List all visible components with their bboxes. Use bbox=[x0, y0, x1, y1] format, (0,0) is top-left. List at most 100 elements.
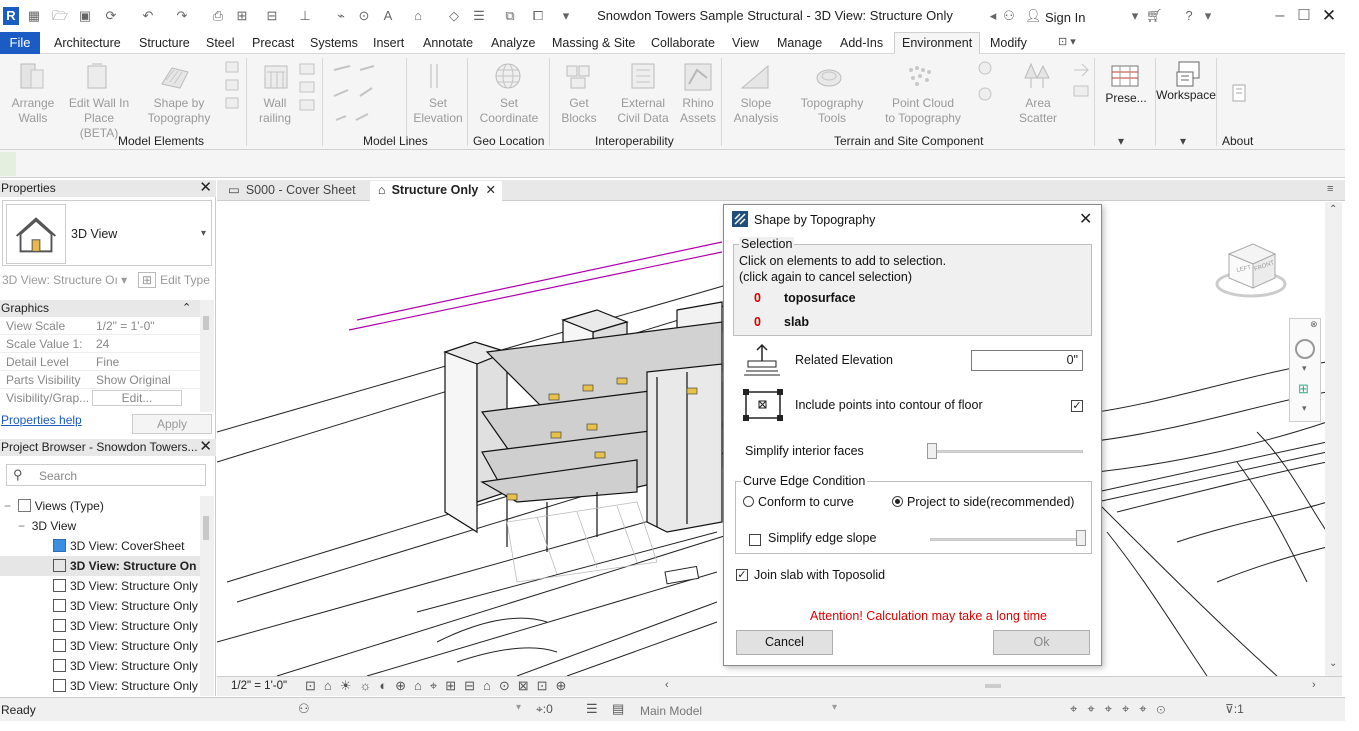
design-options-icon[interactable]: ☰ bbox=[586, 701, 598, 717]
menu-collaborate[interactable]: Collaborate bbox=[651, 36, 715, 50]
tree-item[interactable]: 3D View: Structure Only bbox=[53, 599, 198, 613]
save-icon[interactable]: ▣ bbox=[77, 8, 93, 24]
menu-steel[interactable]: Steel bbox=[206, 36, 235, 50]
tree-item[interactable]: 3D View: CoverSheet bbox=[53, 539, 185, 553]
conform-label[interactable]: Conform to curve bbox=[758, 495, 854, 509]
simplify-faces-track[interactable] bbox=[931, 450, 1083, 453]
spot-icon[interactable]: ⊙ bbox=[356, 8, 372, 24]
revit-logo-icon[interactable]: R bbox=[3, 7, 19, 25]
close-nav-icon[interactable]: ⊗ bbox=[1310, 319, 1318, 330]
tab-structure-only[interactable]: ⌂ Structure Only ✕ bbox=[370, 181, 502, 201]
help-icon[interactable]: ? bbox=[1181, 8, 1197, 24]
canvas-vertical-scrollbar[interactable]: ⌃ ⌄ bbox=[1325, 202, 1342, 676]
wheel-dropdown-icon[interactable]: ▾ bbox=[1302, 363, 1307, 374]
prop-row[interactable]: View Scale 1/2" = 1'-0" bbox=[0, 317, 200, 335]
prop-row[interactable]: Detail Level Fine bbox=[0, 353, 200, 371]
ok-button[interactable]: Ok bbox=[993, 630, 1090, 655]
align-icon[interactable]: ⊟ bbox=[264, 8, 280, 24]
point-cloud-to-topography-button[interactable]: Point Cloud to Topography bbox=[876, 96, 970, 126]
menu-architecture[interactable]: Architecture bbox=[54, 36, 121, 50]
project-radio[interactable] bbox=[892, 496, 903, 507]
design-option-selector[interactable]: Main Model bbox=[640, 704, 702, 718]
menu-modify[interactable]: Modify bbox=[990, 36, 1027, 50]
prop-row[interactable]: Parts Visibility Show Original bbox=[0, 371, 200, 389]
menu-view[interactable]: View bbox=[732, 36, 759, 50]
view-control-icons[interactable]: ⊡⌂☀☼◐⊕⌂⌖⊞⊟⌂⊙⊠⊡⊕ bbox=[305, 678, 574, 694]
workspace-button[interactable]: Workspace bbox=[1154, 88, 1218, 103]
presets-icon[interactable] bbox=[1110, 60, 1140, 92]
menu-systems[interactable]: Systems bbox=[310, 36, 358, 50]
get-blocks-button[interactable]: Get Blocks bbox=[556, 96, 602, 126]
related-elevation-input[interactable]: 0" bbox=[971, 350, 1083, 371]
properties-scrollbar[interactable] bbox=[200, 300, 214, 412]
text-icon[interactable]: A bbox=[380, 8, 396, 24]
type-dropdown-icon[interactable]: ▾ bbox=[201, 228, 206, 239]
tree-item[interactable]: 3D View: Structure Only bbox=[53, 639, 198, 653]
menu-analyze[interactable]: Analyze bbox=[491, 36, 535, 50]
user-icon[interactable]: 👤︎ bbox=[1025, 8, 1042, 24]
properties-help-link[interactable]: Properties help bbox=[1, 413, 82, 427]
browser-search[interactable]: ⚲ Search bbox=[6, 464, 206, 486]
help-dropdown-icon[interactable]: ▾ bbox=[1200, 8, 1216, 24]
tree-item-selected[interactable]: 3D View: Structure On bbox=[53, 559, 196, 573]
close-hidden-icon[interactable]: ⧉ bbox=[502, 8, 518, 24]
join-slab-label[interactable]: Join slab with Toposolid bbox=[754, 568, 885, 582]
presets-button[interactable]: Prese... bbox=[1100, 91, 1152, 106]
shape-by-topography-button[interactable]: Shape by Topography bbox=[140, 96, 218, 126]
design-option-dropdown-icon[interactable]: ▾ bbox=[832, 702, 837, 713]
worksharing-icon[interactable]: ⚇ bbox=[298, 701, 310, 717]
join-slab-checkbox[interactable]: ✓ bbox=[736, 569, 748, 581]
tree-item[interactable]: 3D View: Structure Only bbox=[53, 659, 198, 673]
wall-railing-button[interactable]: Wall railing bbox=[252, 96, 298, 126]
close-window-icon[interactable]: ✕ bbox=[1321, 7, 1337, 24]
menu-precast[interactable]: Precast bbox=[252, 36, 294, 50]
project-label[interactable]: Project to side(recommended) bbox=[907, 495, 1074, 509]
3d-view-icon[interactable]: ⌂ bbox=[410, 8, 426, 24]
close-properties-icon[interactable]: ✕ bbox=[199, 180, 212, 196]
close-browser-icon[interactable]: ✕ bbox=[199, 439, 212, 455]
menu-environment[interactable]: Environment bbox=[894, 32, 981, 55]
home-icon[interactable]: ▦ bbox=[26, 8, 42, 24]
menu-file[interactable]: File bbox=[0, 32, 40, 54]
panel-about[interactable]: About bbox=[1222, 134, 1253, 148]
menu-massing-site[interactable]: Massing & Site bbox=[552, 36, 635, 50]
sign-in-dropdown-icon[interactable]: ▾ bbox=[1127, 8, 1143, 24]
presets-dropdown-icon[interactable]: ▾ bbox=[1118, 134, 1124, 149]
cancel-button[interactable]: Cancel bbox=[736, 630, 833, 655]
apply-button[interactable]: Apply bbox=[132, 414, 212, 434]
section-icon[interactable]: ◇ bbox=[446, 8, 462, 24]
toposurface-label[interactable]: toposurface bbox=[784, 291, 856, 305]
ribbon-display-toggle-icon[interactable]: ⊡ ▾ bbox=[1058, 35, 1076, 48]
tab-menu-icon[interactable]: ≡ bbox=[1327, 183, 1333, 195]
include-points-checkbox[interactable]: ✓ bbox=[1071, 400, 1083, 412]
simplify-slope-checkbox[interactable] bbox=[749, 534, 761, 546]
measure-icon[interactable]: ⊞ bbox=[234, 8, 250, 24]
maximize-icon[interactable]: ☐ bbox=[1296, 8, 1312, 24]
chevron-left-icon[interactable]: ◂ bbox=[985, 8, 1001, 24]
menu-annotate[interactable]: Annotate bbox=[423, 36, 473, 50]
close-tab-icon[interactable]: ✕ bbox=[486, 181, 496, 200]
rhino-assets-button[interactable]: Rhino Assets bbox=[676, 96, 720, 126]
edit-type-button[interactable]: ⊞ Edit Type bbox=[138, 272, 210, 288]
area-scatter-button[interactable]: Area Scatter bbox=[1014, 96, 1062, 126]
menu-manage[interactable]: Manage bbox=[777, 36, 822, 50]
undo-icon[interactable]: ↶ bbox=[140, 8, 156, 24]
prop-row[interactable]: Scale Value 1: 24 bbox=[0, 335, 200, 353]
minimize-icon[interactable]: – bbox=[1272, 8, 1288, 24]
thin-lines-icon[interactable]: ☰ bbox=[471, 8, 487, 24]
tree-root[interactable]: − Views (Type) bbox=[4, 499, 104, 513]
conform-radio[interactable] bbox=[743, 496, 754, 507]
tree-item[interactable]: 3D View: Structure Only bbox=[53, 619, 198, 633]
simplify-slope-label[interactable]: Simplify edge slope bbox=[768, 531, 876, 545]
external-civil-data-button[interactable]: External Civil Data bbox=[612, 96, 674, 126]
tree-group-3d[interactable]: − 3D View bbox=[18, 519, 76, 533]
binoculars-icon[interactable]: ⚇ bbox=[1000, 8, 1018, 24]
sign-in-link[interactable]: Sign In bbox=[1045, 10, 1085, 25]
redo-icon[interactable]: ↷ bbox=[174, 8, 190, 24]
menu-insert[interactable]: Insert bbox=[373, 36, 404, 50]
about-icon[interactable] bbox=[1232, 84, 1246, 104]
workset-dropdown-icon[interactable]: ▾ bbox=[516, 702, 521, 713]
type-selector[interactable]: 3D View ▾ bbox=[2, 200, 212, 266]
zoom-dropdown-icon[interactable]: ▾ bbox=[1302, 403, 1307, 414]
dialog-close-icon[interactable]: ✕ bbox=[1079, 209, 1092, 229]
